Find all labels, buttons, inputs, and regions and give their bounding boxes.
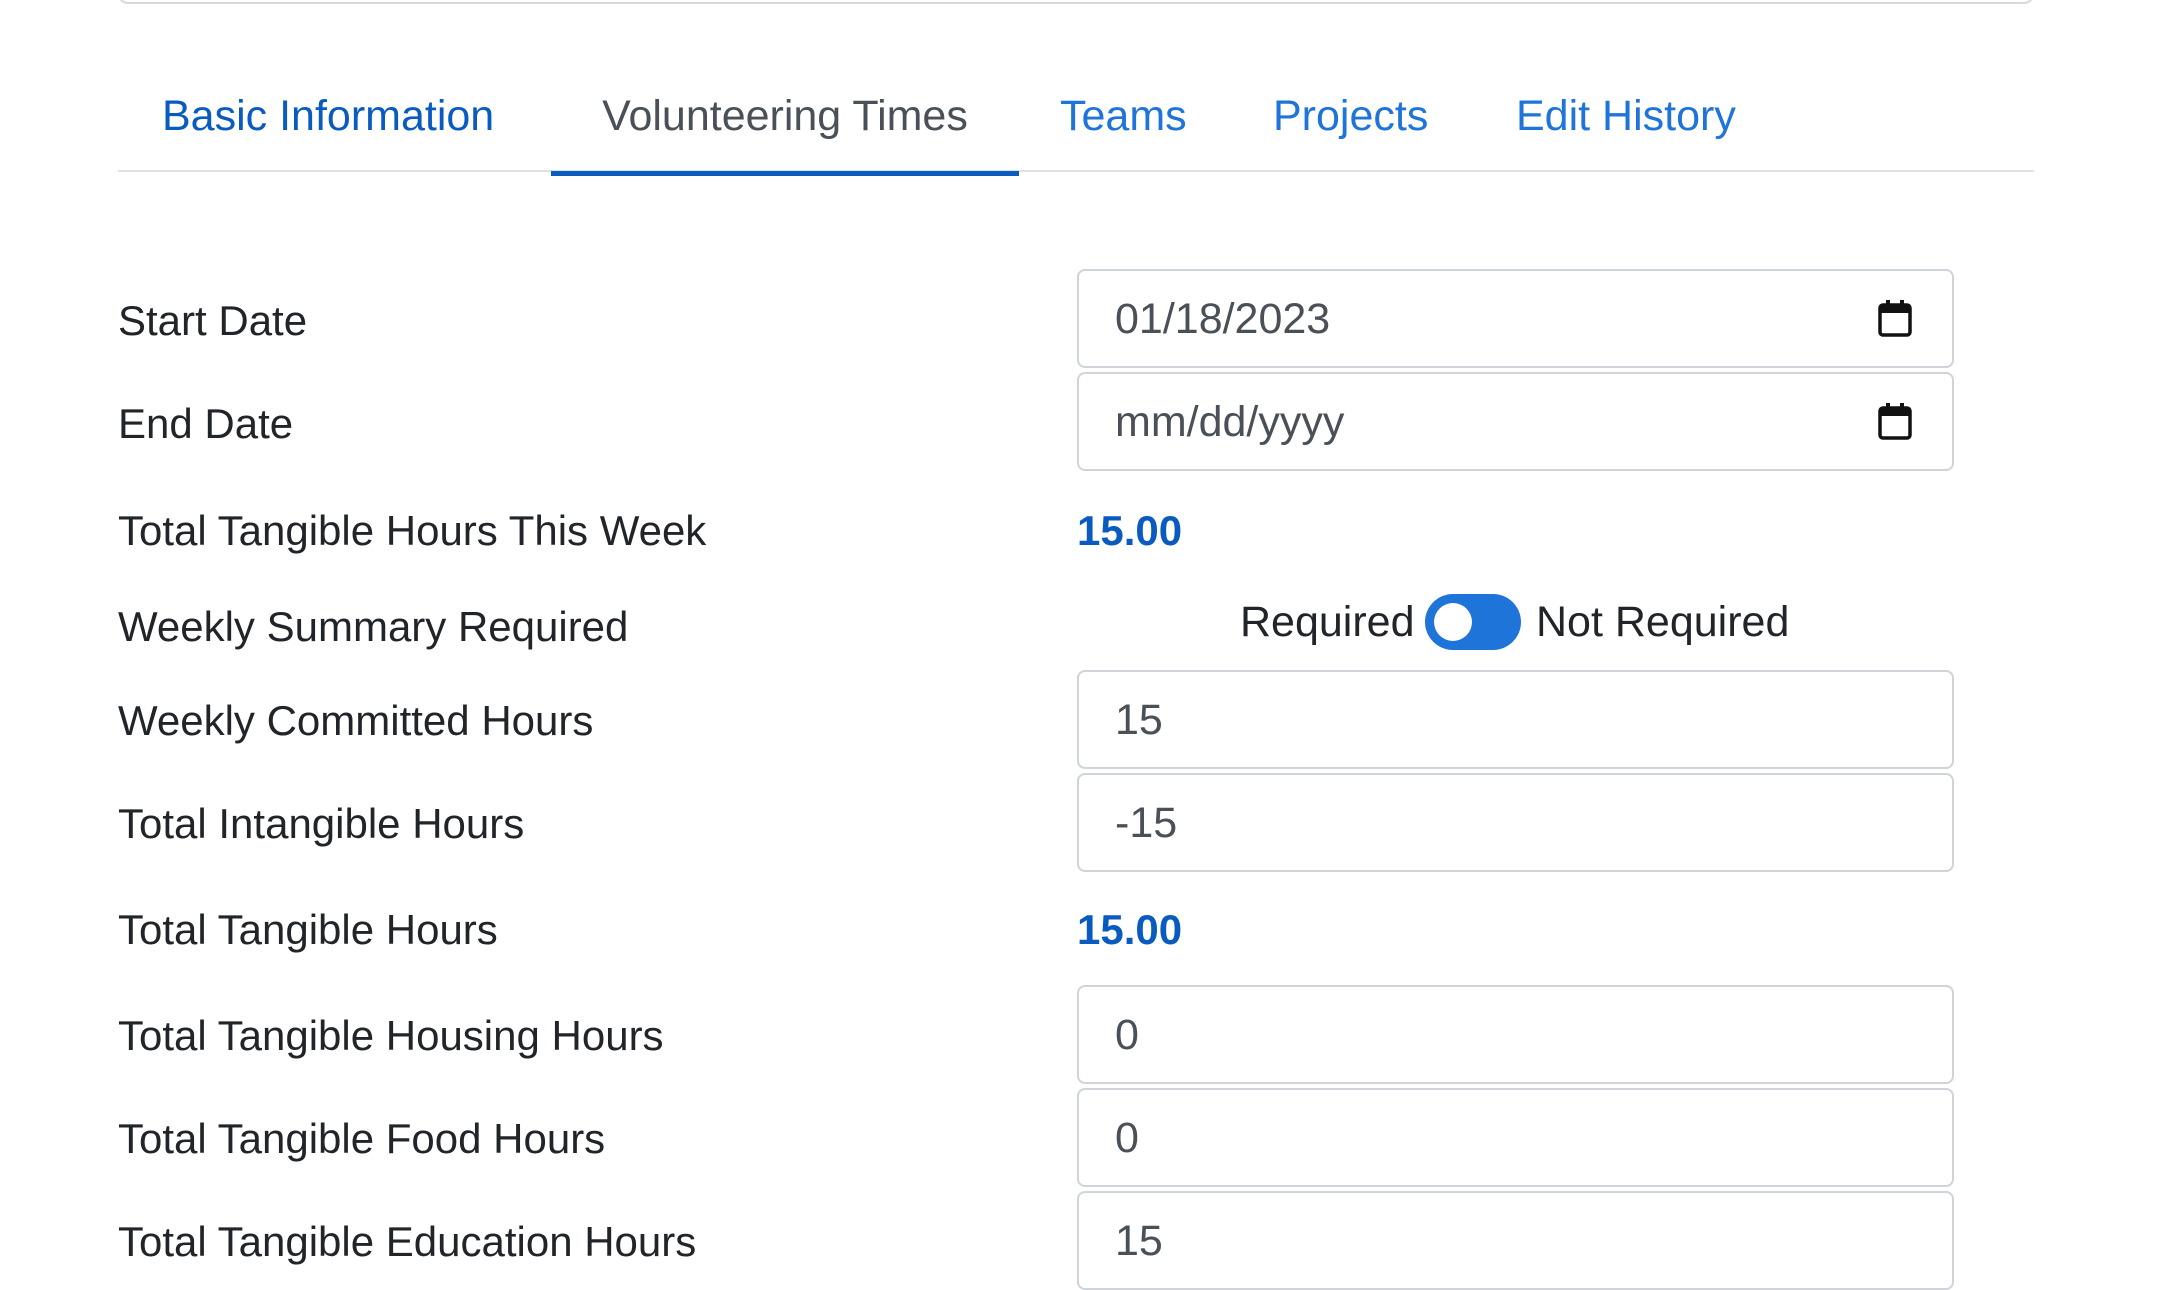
food-value: 0	[1115, 1114, 1139, 1162]
weekly-committed-value: 15	[1115, 696, 1163, 744]
tab-label: Basic Information	[162, 92, 495, 140]
required-option-label: Required	[1240, 598, 1415, 646]
tab-label: Edit History	[1516, 92, 1736, 140]
intangible-label: Total Intangible Hours	[118, 800, 525, 847]
weekly-summary-switch[interactable]	[1425, 594, 1521, 650]
weekly-summary-label: Weekly Summary Required	[118, 603, 629, 650]
tangible-total-label: Total Tangible Hours	[118, 906, 498, 953]
end-date-placeholder: mm/dd/yyyy	[1115, 398, 1345, 446]
tab-teams[interactable]: Teams	[1060, 60, 1187, 172]
start-date-value: 01/18/2023	[1115, 295, 1331, 343]
housing-value: 0	[1115, 1011, 1139, 1059]
food-input[interactable]: 0	[1077, 1088, 1954, 1187]
education-label: Total Tangible Education Hours	[118, 1218, 697, 1265]
not-required-option-label: Not Required	[1536, 598, 1790, 646]
tangible-this-week-value: 15.00	[1077, 507, 1183, 554]
weekly-committed-input[interactable]: 15	[1077, 670, 1954, 769]
housing-label: Total Tangible Housing Hours	[118, 1012, 664, 1059]
tab-projects[interactable]: Projects	[1273, 60, 1428, 172]
food-label: Total Tangible Food Hours	[118, 1115, 606, 1162]
end-date-input[interactable]: mm/dd/yyyy	[1077, 372, 1954, 471]
weekly-committed-label: Weekly Committed Hours	[118, 697, 594, 744]
top-card-edge	[118, 0, 2034, 4]
tangible-this-week-label: Total Tangible Hours This Week	[118, 507, 707, 554]
start-date-label: Start Date	[118, 297, 308, 344]
housing-input[interactable]: 0	[1077, 985, 1954, 1084]
tab-basic-information[interactable]: Basic Information	[162, 60, 494, 172]
intangible-input[interactable]: -15	[1077, 773, 1954, 872]
education-value: 15	[1115, 1217, 1163, 1265]
profile-tabs: Basic Information Volunteering Times Tea…	[118, 60, 2034, 176]
end-date-label: End Date	[118, 400, 294, 447]
intangible-value: -15	[1115, 799, 1178, 847]
tab-edit-history[interactable]: Edit History	[1516, 60, 1736, 172]
tab-label: Projects	[1273, 92, 1429, 140]
calendar-icon[interactable]	[1878, 300, 1912, 337]
switch-knob	[1434, 603, 1472, 641]
tab-label: Volunteering Times	[602, 92, 968, 140]
education-input[interactable]: 15	[1077, 1191, 1954, 1290]
tab-label: Teams	[1060, 92, 1187, 140]
calendar-icon[interactable]	[1878, 403, 1912, 440]
start-date-input[interactable]: 01/18/2023	[1077, 269, 1954, 368]
tangible-total-value: 15.00	[1077, 906, 1183, 953]
tab-volunteering-times[interactable]: Volunteering Times	[551, 60, 1019, 176]
